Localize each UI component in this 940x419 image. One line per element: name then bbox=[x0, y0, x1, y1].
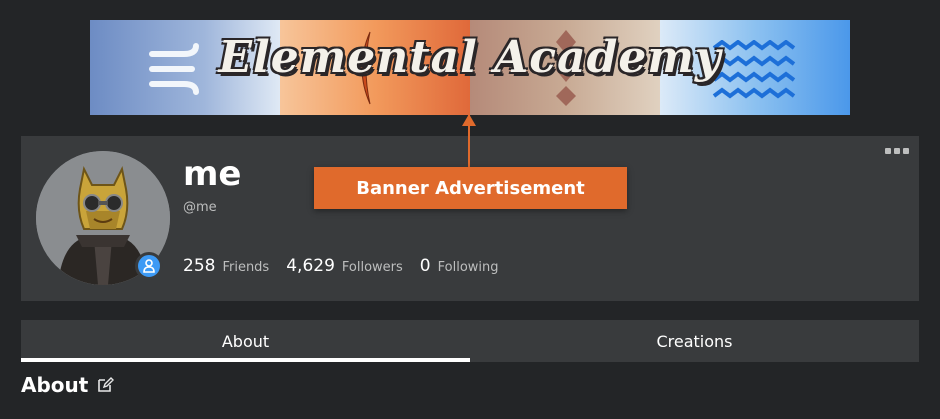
followers-stat[interactable]: 4,629 Followers bbox=[286, 256, 403, 276]
friends-stat[interactable]: 258 Friends bbox=[183, 256, 269, 276]
user-icon bbox=[143, 259, 155, 273]
friends-label: Friends bbox=[222, 260, 270, 275]
display-name: me bbox=[183, 154, 242, 194]
tab-about[interactable]: About bbox=[21, 320, 470, 362]
banner-advertisement[interactable]: Elemental Academy bbox=[90, 20, 850, 115]
callout-arrow bbox=[462, 114, 476, 126]
followers-label: Followers bbox=[341, 260, 403, 275]
presence-badge bbox=[135, 252, 163, 280]
following-count: 0 bbox=[419, 256, 431, 276]
more-dot bbox=[903, 148, 909, 154]
more-dot bbox=[885, 148, 891, 154]
more-options-icon[interactable] bbox=[885, 146, 911, 156]
following-stat[interactable]: 0 Following bbox=[420, 256, 499, 276]
friends-count: 258 bbox=[183, 256, 216, 276]
edit-icon[interactable] bbox=[96, 376, 115, 394]
banner-title: Elemental Academy bbox=[218, 32, 722, 83]
about-heading-text: About bbox=[21, 373, 89, 397]
about-section-heading: About bbox=[21, 373, 115, 397]
followers-count: 4,629 bbox=[286, 256, 335, 276]
following-label: Following bbox=[437, 260, 499, 275]
social-stats: 258 Friends 4,629 Followers 0 Following bbox=[183, 256, 516, 276]
username: @me bbox=[183, 200, 217, 215]
profile-tabs: About Creations bbox=[21, 320, 919, 362]
banner-advertisement-callout: Banner Advertisement bbox=[314, 167, 627, 209]
profile-header-card: me @me 258 Friends 4,629 Followers 0 Fol… bbox=[21, 136, 919, 301]
more-dot bbox=[894, 148, 900, 154]
tab-creations[interactable]: Creations bbox=[470, 320, 919, 362]
